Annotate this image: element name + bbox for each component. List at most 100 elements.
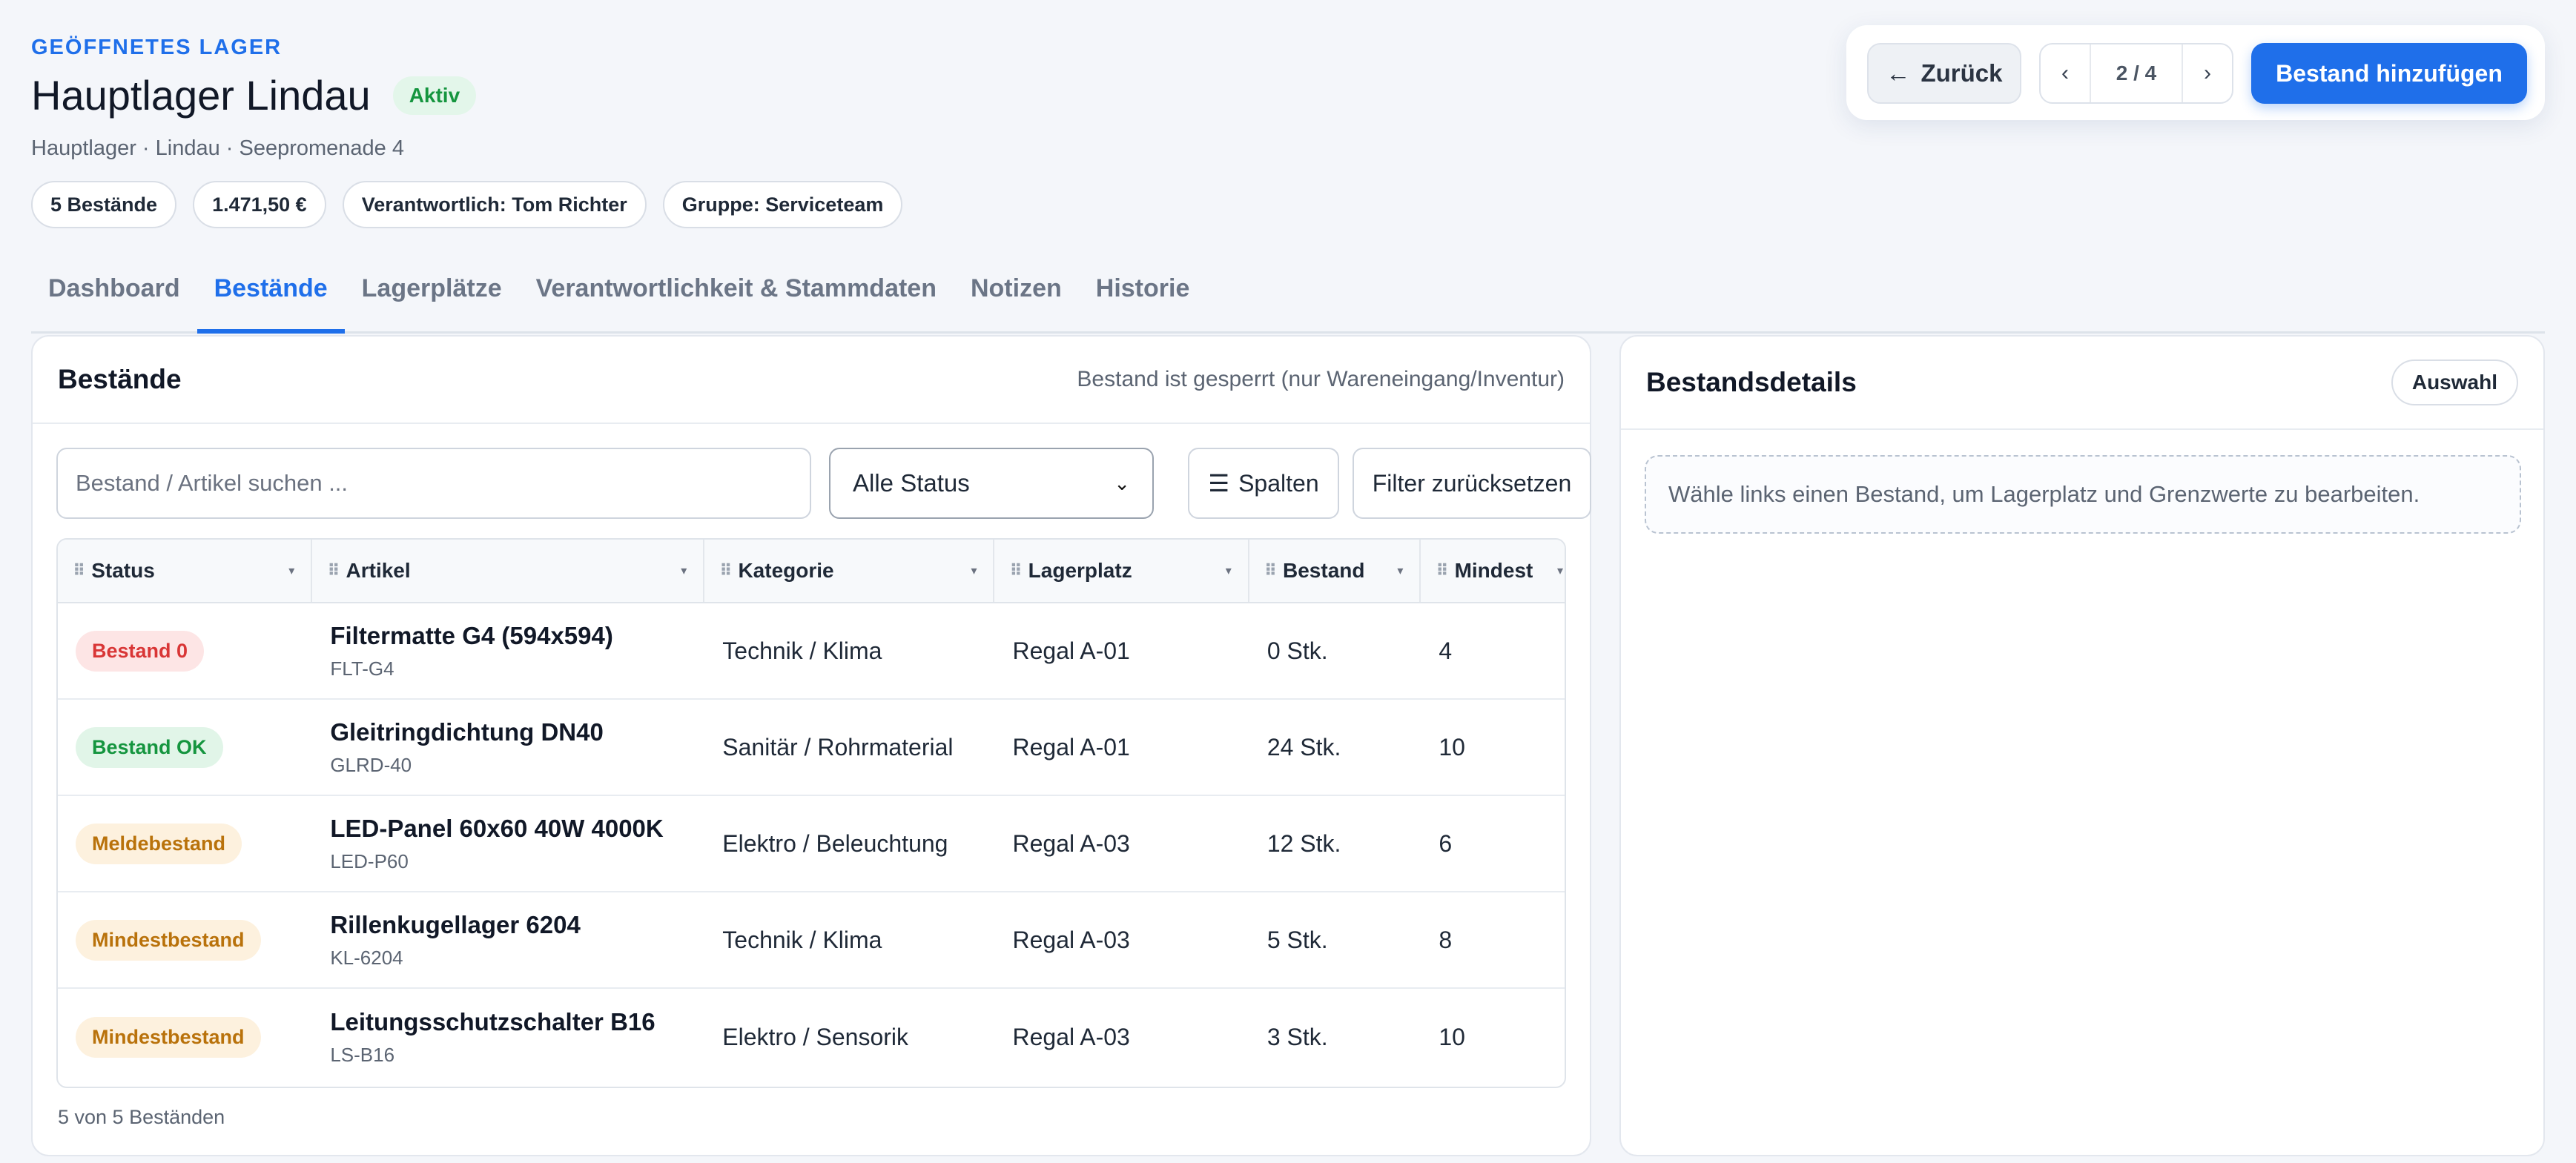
arrow-left-icon: ← <box>1886 59 1911 87</box>
location-cell: Regal A-01 <box>1012 637 1130 664</box>
header-toolbar: ← Zurück ‹ 2 / 4 › Bestand hinzufügen <box>1846 25 2545 120</box>
article-code: FLT-G4 <box>330 657 394 680</box>
status-badge: Bestand OK <box>76 726 223 768</box>
sort-icon[interactable]: ▾ <box>1397 563 1403 578</box>
page-subtitle: Hauptlager · Lindau · Seepromenade 4 <box>31 136 404 160</box>
tab-historie[interactable]: Historie <box>1079 256 1207 334</box>
columns-button[interactable]: ☰ Spalten <box>1188 448 1339 519</box>
tab-dashboard[interactable]: Dashboard <box>31 256 197 334</box>
chevron-right-icon[interactable]: › <box>2183 61 2232 86</box>
article-code: LED-P60 <box>330 849 409 872</box>
category-cell: Elektro / Beleuchtung <box>722 829 948 857</box>
article-name: Gleitringdichtung DN40 <box>330 718 604 746</box>
back-button-label: Zurück <box>1921 59 2003 87</box>
selection-button[interactable]: Auswahl <box>2391 359 2518 405</box>
stock-cell: 0 Stk. <box>1266 637 1328 664</box>
sort-icon[interactable]: ▾ <box>971 563 977 578</box>
stock-cell: 3 Stk. <box>1266 1023 1328 1050</box>
chevron-left-icon[interactable]: ‹ <box>2041 61 2090 86</box>
column-header-label: Mindest <box>1454 559 1533 582</box>
pager: ‹ 2 / 4 › <box>2039 43 2233 104</box>
search-input[interactable] <box>56 448 811 519</box>
drag-handle-icon[interactable]: ⠿ <box>1009 561 1022 580</box>
details-panel-header: Bestandsdetails Auswahl <box>1621 337 2543 430</box>
back-button[interactable]: ← Zurück <box>1867 43 2021 104</box>
sort-icon[interactable]: ▾ <box>288 563 294 578</box>
drag-handle-icon[interactable]: ⠿ <box>1436 561 1448 580</box>
article-name: Leitungsschutzschalter B16 <box>330 1007 655 1036</box>
tab-bar: Dashboard Bestände Lagerplätze Verantwor… <box>31 256 2545 334</box>
article-code: KL-6204 <box>330 946 403 969</box>
status-badge: Bestand 0 <box>76 630 205 672</box>
summary-chips: 5 Bestände 1.471,50 € Verantwortlich: To… <box>31 181 903 228</box>
drag-handle-icon[interactable]: ⠿ <box>73 561 85 580</box>
chip-responsible: Verantwortlich: Tom Richter <box>342 181 647 228</box>
column-header-bestand[interactable]: ⠿ Bestand ▾ <box>1249 540 1421 602</box>
column-header-lagerplatz[interactable]: ⠿ Lagerplatz ▾ <box>994 540 1249 602</box>
status-select-value: Alle Status <box>853 469 970 497</box>
column-header-mindest[interactable]: ⠿ Mindest ▾ <box>1421 540 1565 602</box>
location-cell: Regal A-03 <box>1012 829 1130 857</box>
min-cell: 8 <box>1439 926 1453 953</box>
column-header-label: Lagerplatz <box>1028 559 1132 582</box>
chip-group: Gruppe: Serviceteam <box>662 181 903 228</box>
sort-icon[interactable]: ▾ <box>1557 563 1563 578</box>
chevron-down-icon: ⌄ <box>1114 471 1130 494</box>
stock-cell: 12 Stk. <box>1266 829 1341 857</box>
reset-filter-button[interactable]: Filter zurücksetzen <box>1353 448 1591 519</box>
columns-button-label: Spalten <box>1238 469 1319 497</box>
tab-notizen[interactable]: Notizen <box>954 256 1079 334</box>
details-panel-title: Bestandsdetails <box>1646 367 1857 397</box>
chip-stock-count: 5 Bestände <box>31 181 177 228</box>
table-row[interactable]: Bestand 0 Filtermatte G4 (594x594) FLT-G4… <box>58 603 1565 700</box>
tab-verantwortlichkeit[interactable]: Verantwortlichkeit & Stammdaten <box>519 256 954 334</box>
category-cell: Sanitär / Rohrmaterial <box>722 733 954 761</box>
article-code: LS-B16 <box>330 1043 395 1066</box>
filter-bar: Alle Status ⌄ ☰ Spalten Filter zurückset… <box>56 448 1591 519</box>
lock-note: Bestand ist gesperrt (nur Wareneingang/I… <box>1077 367 1565 391</box>
drag-handle-icon[interactable]: ⠿ <box>719 561 732 580</box>
add-stock-button[interactable]: Bestand hinzufügen <box>2251 43 2527 104</box>
column-header-label: Kategorie <box>738 559 834 582</box>
status-badge: Meldebestand <box>76 823 242 864</box>
status-badge: Mindestbestand <box>76 1016 261 1058</box>
drag-handle-icon[interactable]: ⠿ <box>327 561 340 580</box>
article-name: Rillenkugellager 6204 <box>330 910 581 938</box>
sort-icon[interactable]: ▾ <box>1226 563 1232 578</box>
min-cell: 10 <box>1439 733 1465 761</box>
column-header-artikel[interactable]: ⠿ Artikel ▾ <box>312 540 705 602</box>
details-panel: Bestandsdetails Auswahl Wähle links eine… <box>1619 335 2545 1156</box>
table-row[interactable]: Bestand OK Gleitringdichtung DN40 GLRD-40… <box>58 700 1565 796</box>
column-header-label: Bestand <box>1283 559 1365 582</box>
result-count: 5 von 5 Beständen <box>58 1106 225 1128</box>
status-badge: Mindestbestand <box>76 919 261 961</box>
status-badge: Aktiv <box>392 76 477 115</box>
column-header-kategorie[interactable]: ⠿ Kategorie ▾ <box>704 540 995 602</box>
stock-cell: 24 Stk. <box>1266 733 1341 761</box>
tab-lagerplaetze[interactable]: Lagerplätze <box>345 256 519 334</box>
status-select[interactable]: Alle Status ⌄ <box>829 448 1154 519</box>
article-name: LED-Panel 60x60 40W 4000K <box>330 814 664 842</box>
page-title: Hauptlager Lindau <box>31 72 371 119</box>
stock-table: ⠿ Status ▾ ⠿ Artikel ▾ ⠿ Kategorie ▾ ⠿ Lagerpla… <box>56 538 1566 1088</box>
table-row[interactable]: Meldebestand LED-Panel 60x60 40W 4000K LE… <box>58 796 1565 892</box>
table-row[interactable]: Mindestbestand Leitungsschutzschalter B1… <box>58 989 1565 1085</box>
table-row[interactable]: Mindestbestand Rillenkugellager 6204 KL-6… <box>58 892 1565 989</box>
article-name: Filtermatte G4 (594x594) <box>330 621 613 649</box>
stock-panel-title: Bestände <box>58 364 182 394</box>
location-cell: Regal A-01 <box>1012 733 1130 761</box>
chip-total-value: 1.471,50 € <box>193 181 326 228</box>
article-code: GLRD-40 <box>330 753 412 776</box>
category-cell: Technik / Klima <box>722 637 882 664</box>
stock-panel: Bestände Bestand ist gesperrt (nur Waren… <box>31 335 1591 1156</box>
menu-icon: ☰ <box>1208 470 1230 497</box>
tab-bestaende[interactable]: Bestände <box>196 256 345 334</box>
sort-icon[interactable]: ▾ <box>681 563 687 578</box>
min-cell: 10 <box>1439 1023 1465 1050</box>
column-header-label: Status <box>91 559 155 582</box>
page-eyebrow: GEÖFFNETES LAGER <box>31 36 283 59</box>
min-cell: 6 <box>1439 829 1453 857</box>
stock-panel-header: Bestände Bestand ist gesperrt (nur Waren… <box>33 337 1590 424</box>
column-header-status[interactable]: ⠿ Status ▾ <box>58 540 313 602</box>
drag-handle-icon[interactable]: ⠿ <box>1264 561 1277 580</box>
